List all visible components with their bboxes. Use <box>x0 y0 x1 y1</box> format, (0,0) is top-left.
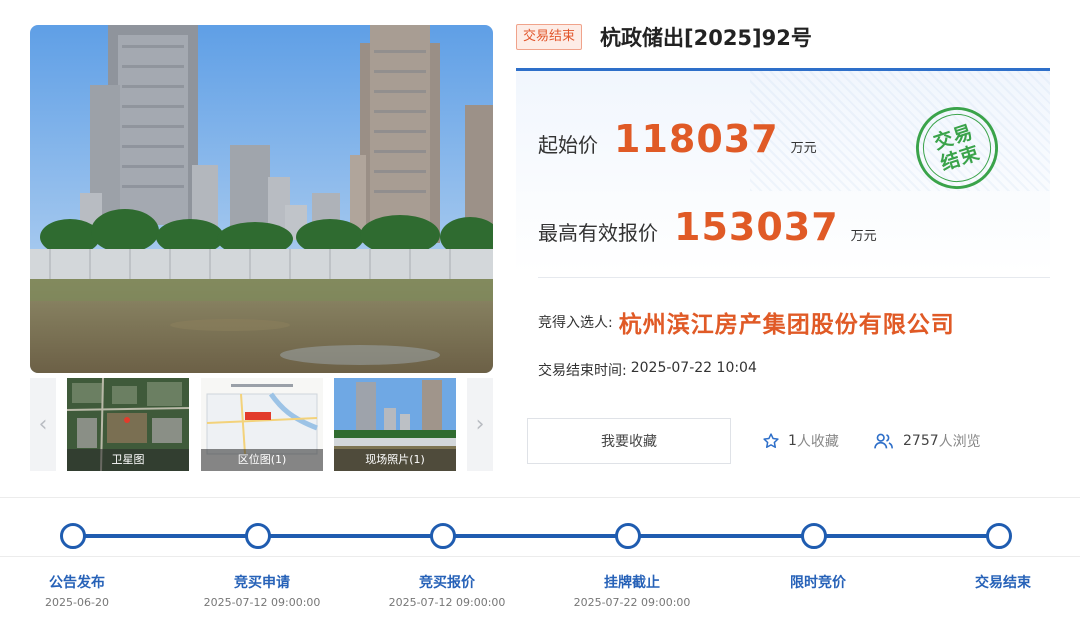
add-favorite-button[interactable]: 我要收藏 <box>527 418 731 464</box>
timeline-step-label: 挂牌截止 <box>604 575 660 591</box>
starting-price-row: 起始价 118037 万元 <box>538 117 817 161</box>
favorites-suffix: 人收藏 <box>796 434 839 450</box>
thumb-caption: 现场照片(1) <box>334 449 456 471</box>
highest-bid-value: 153037 <box>674 205 839 249</box>
thumb-caption: 区位图(1) <box>201 449 323 471</box>
timeline-node <box>60 523 86 549</box>
favorites-count: 1 <box>788 433 797 449</box>
divider <box>538 277 1050 278</box>
status-badge: 交易结束 <box>516 24 583 50</box>
views-stat: 2757 人浏览 <box>873 431 981 451</box>
timeline-step-date: 2025-07-12 09:00:00 <box>203 596 321 609</box>
starting-price-unit: 万元 <box>790 141 817 156</box>
timeline-top-border <box>0 497 1080 498</box>
highest-bid-unit: 万元 <box>850 229 877 244</box>
timeline-bottom-border <box>0 556 1080 557</box>
timeline-step-label: 公告发布 <box>49 575 105 591</box>
timeline-step-label: 竞买申请 <box>234 575 290 591</box>
timeline-step-label: 竞买报价 <box>419 575 475 591</box>
starting-price-label: 起始价 <box>538 133 598 157</box>
favorites-stat: 1 人收藏 <box>762 431 839 451</box>
thumb-location-map[interactable]: 区位图(1) <box>201 378 323 471</box>
timeline-node <box>801 523 827 549</box>
chevron-left-icon: ‹ <box>38 412 48 437</box>
highest-bid-label: 最高有效报价 <box>538 221 658 245</box>
price-card: 起始价 118037 万元 最高有效报价 153037 万元 交易结束 <box>516 68 1050 273</box>
timeline-node <box>245 523 271 549</box>
timeline-step-label: 交易结束 <box>975 575 1031 591</box>
thumb-satellite[interactable]: 卫星图 <box>67 378 189 471</box>
highest-bid-row: 最高有效报价 153037 万元 <box>538 205 877 249</box>
end-time-label: 交易结束时间: <box>538 363 627 379</box>
starting-price-value: 118037 <box>614 117 779 161</box>
timeline-node <box>430 523 456 549</box>
views-suffix: 人浏览 <box>938 434 981 450</box>
star-icon <box>762 432 780 450</box>
main-site-photo[interactable] <box>30 25 493 373</box>
timeline-track <box>73 534 1000 538</box>
end-time-row: 交易结束时间: 2025-07-22 10:04 <box>538 360 757 380</box>
thumb-site-photo[interactable]: 现场照片(1) <box>334 378 456 471</box>
timeline-step-date: 2025-07-12 09:00:00 <box>388 596 506 609</box>
thumb-caption: 卫星图 <box>67 449 189 471</box>
winner-label: 竞得入选人: <box>538 315 613 331</box>
users-icon <box>873 432 895 450</box>
timeline-step-date: 2025-06-20 <box>45 596 109 609</box>
chevron-right-icon: › <box>475 412 485 437</box>
thumb-next-arrow[interactable]: › <box>467 378 493 471</box>
thumb-prev-arrow[interactable]: ‹ <box>30 378 56 471</box>
timeline-step-date: 2025-07-22 09:00:00 <box>573 596 691 609</box>
timeline-node <box>986 523 1012 549</box>
end-time-value: 2025-07-22 10:04 <box>630 360 757 376</box>
thumbnail-strip: ‹ 卫星图 区位图(1) 现场照片(1) › <box>30 378 493 471</box>
winner-name: 杭州滨江房产集团股份有限公司 <box>618 312 955 338</box>
stamp-text: 交易结束 <box>931 120 983 176</box>
page-title: 杭政储出[2025]92号 <box>600 26 812 50</box>
views-count: 2757 <box>903 433 939 449</box>
timeline-node <box>615 523 641 549</box>
winner-row: 竞得入选人: 杭州滨江房产集团股份有限公司 <box>538 305 955 339</box>
timeline-step-label: 限时竞价 <box>790 575 846 591</box>
